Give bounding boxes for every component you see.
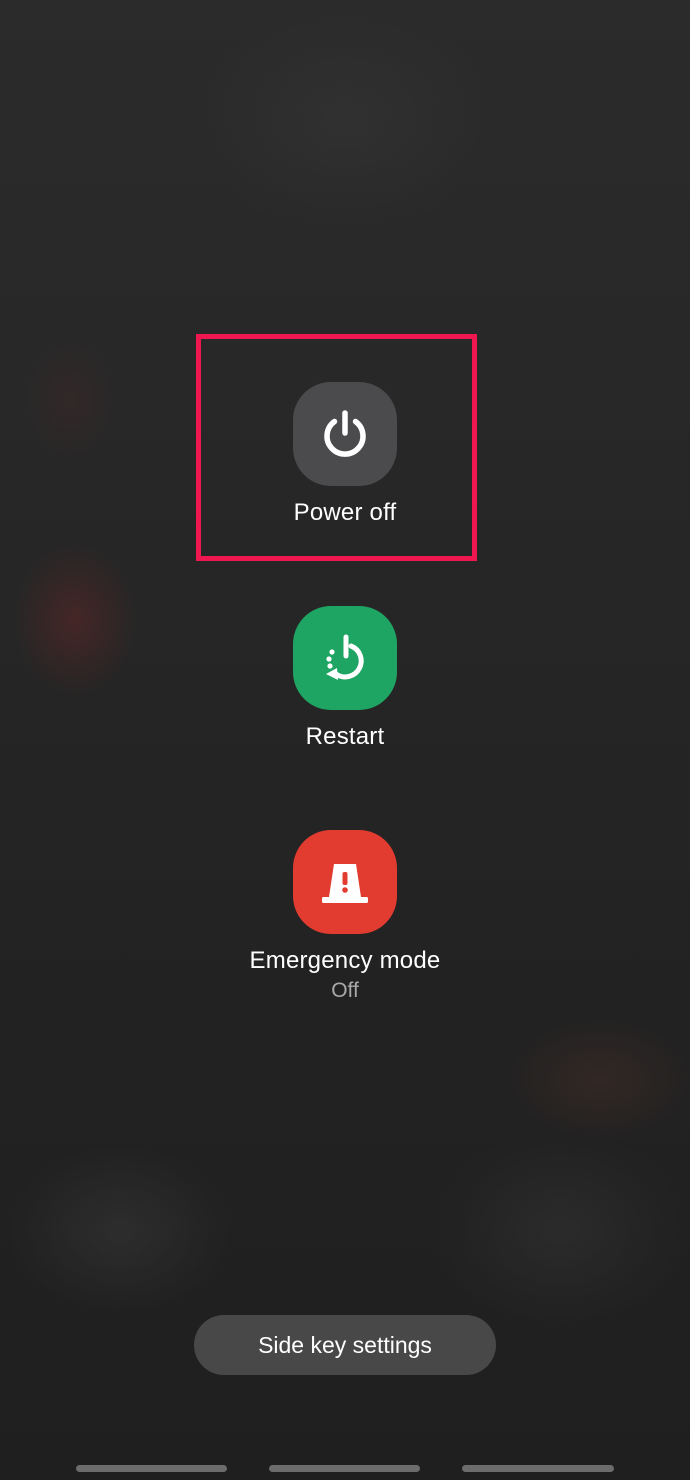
back-icon[interactable] — [462, 1465, 614, 1472]
restart-button[interactable]: Restart — [0, 606, 690, 752]
restart-label: Restart — [305, 723, 385, 750]
power-off-button[interactable]: Power off — [0, 382, 690, 528]
restart-icon — [326, 634, 364, 680]
power-icon — [324, 410, 366, 457]
emergency-mode-button[interactable]: Emergency mode Off — [0, 830, 690, 1004]
power-off-label: Power off — [293, 499, 397, 526]
side-key-settings-button[interactable]: Side key settings — [194, 1315, 496, 1375]
restart-tile[interactable] — [293, 606, 397, 710]
emergency-light-icon — [322, 864, 368, 903]
home-icon[interactable] — [269, 1465, 420, 1472]
emergency-mode-status: Off — [331, 979, 359, 1002]
power-off-tile[interactable] — [293, 382, 397, 486]
emergency-mode-tile[interactable] — [293, 830, 397, 934]
emergency-mode-label: Emergency mode — [249, 947, 441, 974]
recent-apps-icon[interactable] — [76, 1465, 227, 1472]
